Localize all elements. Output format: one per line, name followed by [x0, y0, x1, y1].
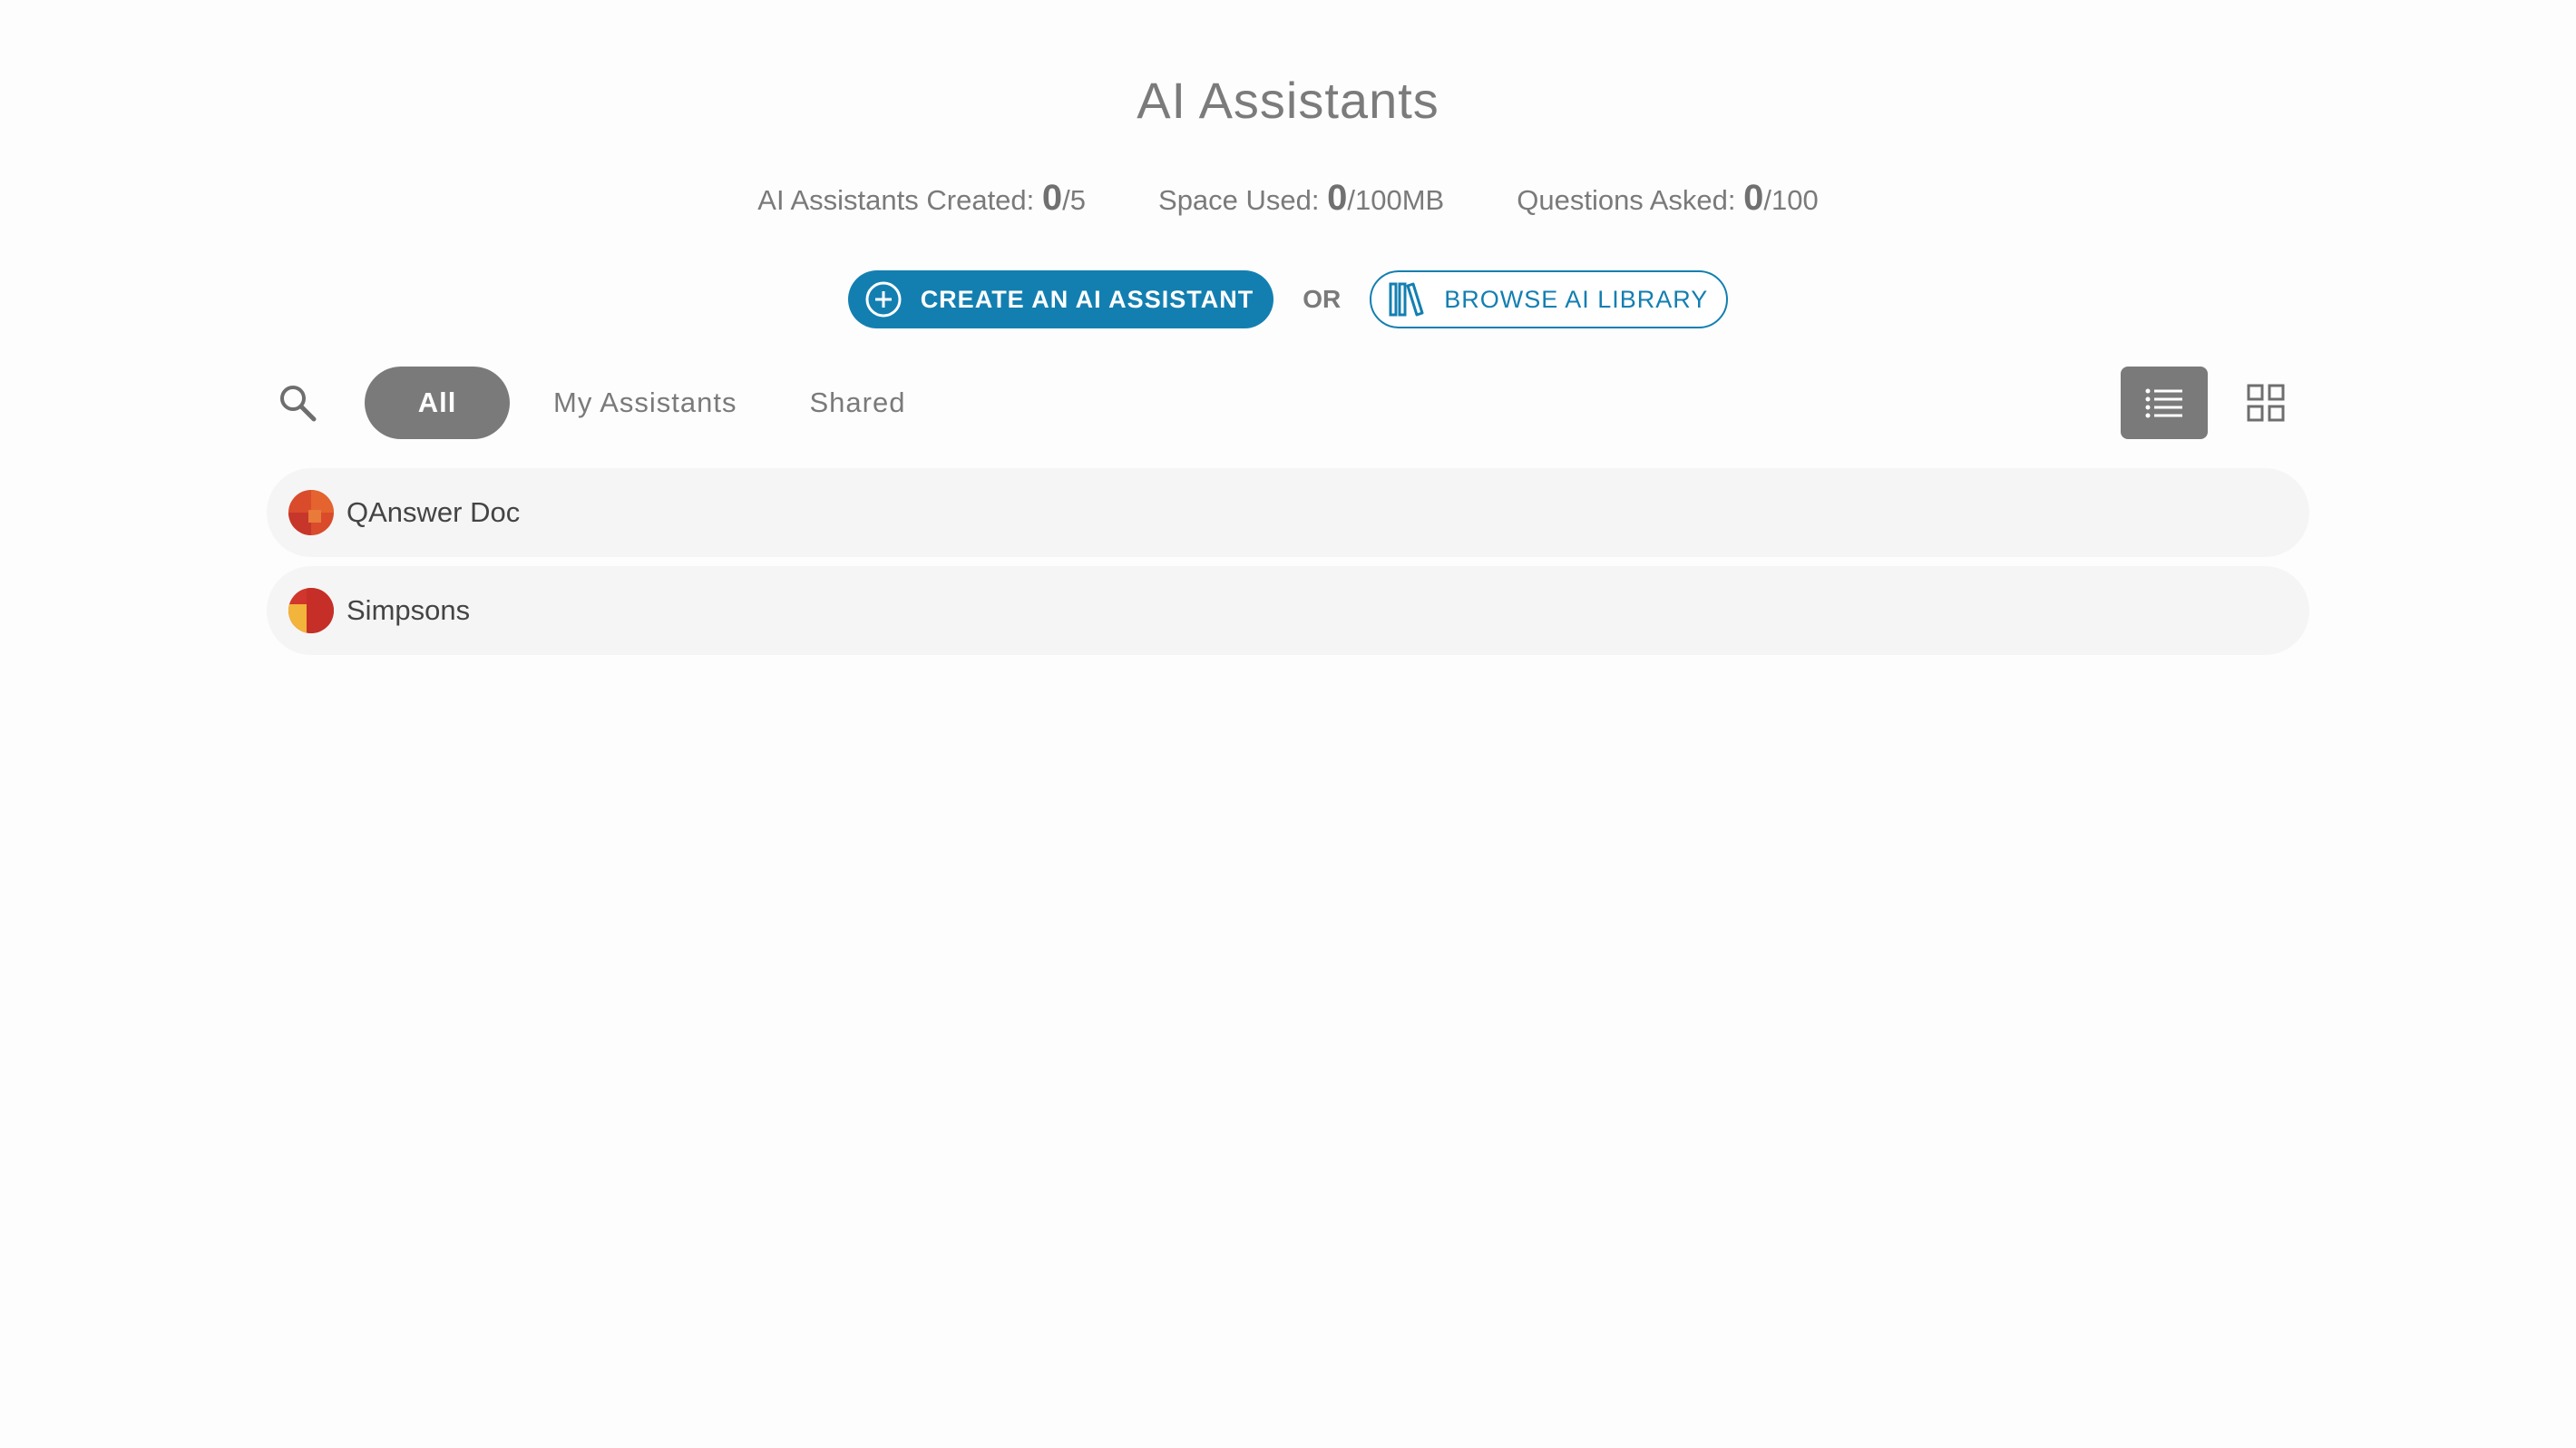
browse-library-button[interactable]: BROWSE AI LIBRARY	[1370, 270, 1729, 328]
add-circle-icon	[864, 280, 903, 318]
stat-value: 0	[1041, 178, 1063, 218]
assistant-list: QAnswer Doc Simpsons	[267, 468, 2309, 664]
assistant-name: Simpsons	[346, 594, 471, 626]
library-icon	[1386, 279, 1426, 319]
list-view-icon	[2144, 386, 2184, 419]
tab-my-assistants[interactable]: My Assistants	[553, 367, 737, 439]
list-item[interactable]: QAnswer Doc	[267, 468, 2309, 557]
list-item[interactable]: Simpsons	[267, 566, 2309, 655]
view-toggles	[2121, 367, 2309, 439]
action-bar: CREATE AN AI ASSISTANT OR BROWSE AI LIBR…	[0, 270, 2576, 328]
stat-value: 0	[1327, 178, 1348, 218]
stat-max: /5	[1062, 184, 1087, 216]
create-assistant-label: CREATE AN AI ASSISTANT	[920, 285, 1254, 313]
page-title: AI Assistants	[1137, 72, 1439, 129]
browse-library-label: BROWSE AI LIBRARY	[1444, 285, 1709, 313]
create-assistant-button[interactable]: CREATE AN AI ASSISTANT	[847, 270, 1274, 328]
search-icon[interactable]	[276, 381, 319, 425]
stat-max: /100	[1763, 184, 1819, 216]
stat-questions-asked: Questions Asked: 0/100	[1517, 178, 1818, 219]
usage-stats: AI Assistants Created: 0/5 Space Used: 0…	[0, 178, 2576, 219]
stat-label: AI Assistants Created:	[757, 184, 1035, 216]
tab-shared[interactable]: Shared	[810, 367, 906, 439]
stat-value: 0	[1743, 178, 1764, 218]
avatar	[288, 490, 334, 535]
stat-max: /100MB	[1347, 184, 1445, 216]
stat-label: Questions Asked:	[1517, 184, 1736, 216]
grid-view-button[interactable]	[2222, 367, 2309, 439]
list-view-button[interactable]	[2121, 367, 2208, 439]
avatar	[288, 588, 334, 633]
tab-all[interactable]: All	[365, 367, 510, 439]
grid-view-icon	[2247, 384, 2285, 422]
filter-toolbar: All My Assistants Shared	[267, 367, 2309, 439]
or-separator: OR	[1303, 285, 1342, 313]
stat-assistants-created: AI Assistants Created: 0/5	[757, 178, 1086, 219]
page: AI Assistants AI Assistants Created: 0/5…	[0, 0, 2576, 1448]
stat-space-used: Space Used: 0/100MB	[1158, 178, 1444, 219]
assistant-name: QAnswer Doc	[346, 496, 521, 528]
stat-label: Space Used:	[1158, 184, 1320, 216]
